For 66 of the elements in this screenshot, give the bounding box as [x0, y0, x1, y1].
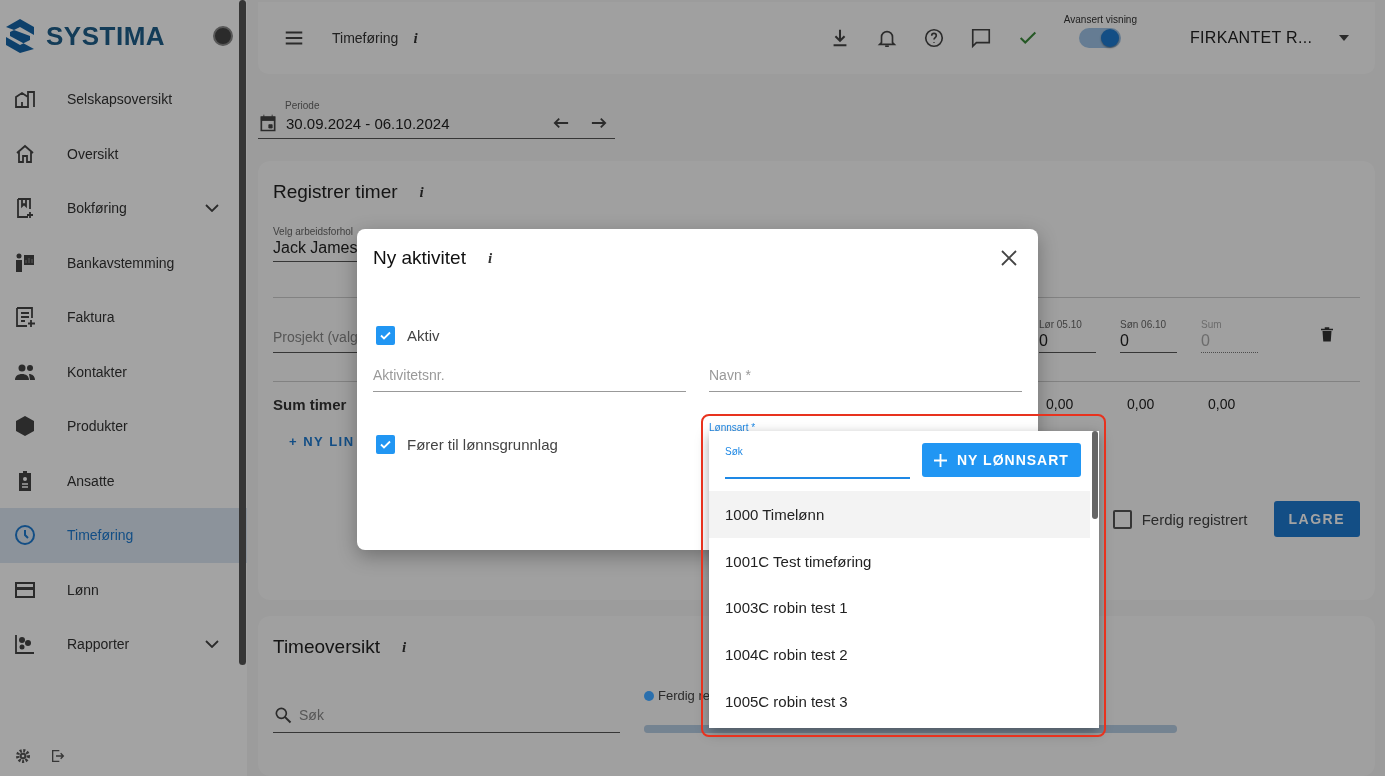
nav-item[interactable]: Selskapsoversikt [0, 72, 247, 127]
chevron-icon [205, 204, 219, 213]
nav-item[interactable]: Ansatte [0, 453, 247, 508]
dropdown-option[interactable]: 1004C robin test 2 [709, 631, 1090, 678]
nav-item[interactable]: Bokføring [0, 181, 247, 236]
sum-label: Sum timer [273, 395, 347, 413]
sum-value: 0,00 [1127, 396, 1156, 412]
settings-icon[interactable] [15, 748, 31, 764]
dropdown-option[interactable]: 1003C robin test 1 [709, 584, 1090, 632]
search-field[interactable]: Søk [725, 441, 910, 479]
dialog-title: Ny aktivitet [373, 247, 466, 269]
save-button[interactable]: LAGRE [1273, 501, 1360, 537]
checkbox-label: Ferdig registrert [1141, 510, 1248, 528]
toggle-label: Avansert visning [1063, 14, 1137, 25]
info-icon[interactable]: i [419, 183, 424, 201]
company-selector[interactable]: FIRKANTET R... [1190, 29, 1314, 47]
nav-item[interactable]: Oversikt [0, 126, 247, 181]
checkbox[interactable] [1112, 509, 1132, 529]
logo-icon [4, 18, 36, 54]
card-title: Timeoversikt [273, 636, 380, 658]
sum-value: 0,00 [1046, 396, 1075, 412]
checkbox[interactable] [376, 435, 395, 454]
project-field[interactable]: Prosjekt (valg [273, 325, 357, 353]
help-icon[interactable] [922, 27, 945, 49]
sum-value: 0,00 [1208, 396, 1237, 412]
hours-field[interactable]: Lør 05.10 0 [1039, 319, 1096, 353]
checkbox-label: Fører til lønnsgrunnlag [407, 436, 558, 453]
info-icon[interactable]: i [402, 638, 407, 656]
checkbox-label: Aktiv [407, 327, 440, 344]
scrollbar[interactable] [1092, 431, 1098, 519]
nav-item[interactable]: Produkter [0, 399, 247, 454]
arrow-left-icon[interactable] [553, 117, 569, 129]
nav-item[interactable]: Faktura [0, 290, 247, 345]
logout-icon[interactable] [50, 748, 66, 764]
nav-item[interactable]: Kontakter [0, 344, 247, 399]
nav-item[interactable]: Lønn [0, 562, 247, 617]
box-icon [13, 414, 37, 439]
invoice-icon [13, 305, 37, 330]
logo-text: SYSTIMA [46, 20, 167, 52]
status-icon[interactable] [213, 26, 233, 46]
advanced-view-toggle[interactable] [1079, 28, 1122, 48]
chat-icon[interactable] [969, 27, 992, 49]
field-label: Lønnsart * [709, 422, 757, 433]
dropdown-option[interactable]: 1000 Timelønn [709, 491, 1090, 538]
checkbox[interactable] [376, 326, 395, 345]
search-icon [273, 705, 293, 725]
scrollbar[interactable] [239, 0, 246, 665]
info-icon[interactable]: i [487, 249, 493, 267]
chevron-icon [205, 640, 219, 649]
info-icon[interactable]: i [413, 29, 418, 47]
add-line-link[interactable]: + NY LIN [289, 434, 354, 449]
calendar-icon [258, 113, 278, 133]
clock-icon [13, 523, 37, 548]
period-field[interactable]: Periode 30.09.2024 - 06.10.2024 [258, 100, 615, 139]
card-title: Registrer timer [273, 181, 398, 203]
dropdown-option[interactable]: 1001C Test timeføring [709, 537, 1090, 585]
close-icon[interactable] [1001, 250, 1017, 266]
dropdown-option[interactable]: 1005C robin test 3 [709, 677, 1090, 725]
caret-icon[interactable] [1339, 35, 1349, 41]
plus-icon [934, 453, 947, 467]
nav-item[interactable]: Bankavstemming [0, 235, 247, 290]
hours-field[interactable]: Søn 06.10 0 [1120, 319, 1177, 353]
nav-item[interactable]: Rapporter [0, 617, 247, 672]
page-title: Timeføring [332, 30, 399, 46]
chart-icon [13, 632, 37, 657]
arrow-right-icon[interactable] [591, 117, 607, 129]
